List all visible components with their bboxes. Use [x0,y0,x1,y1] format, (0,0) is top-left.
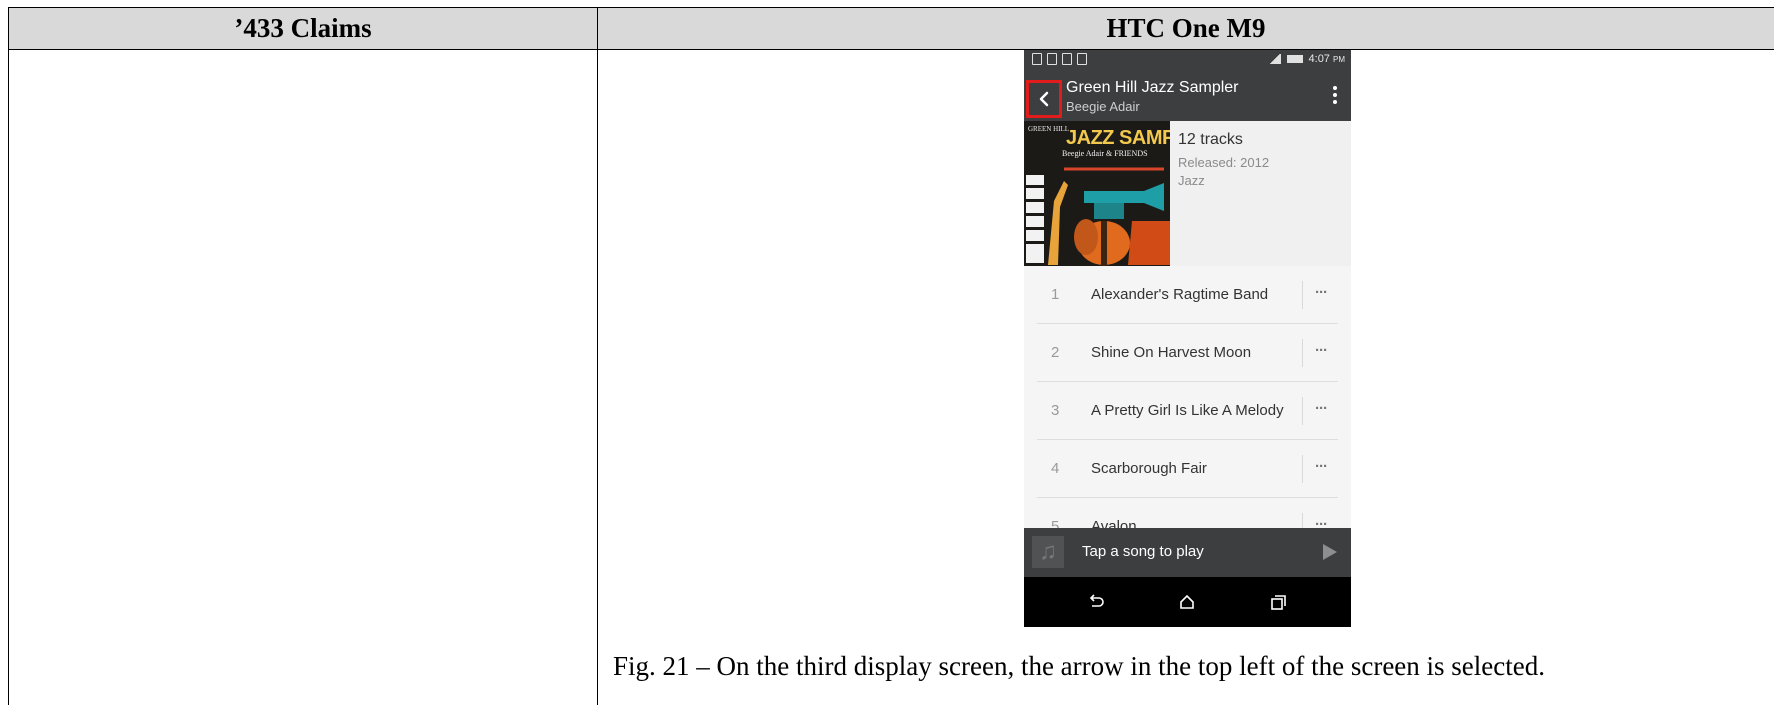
cover-artwork [1024,161,1170,266]
track-title: Avalon [1091,518,1137,528]
more-options-icon[interactable]: ··· [1315,400,1328,417]
home-nav-icon[interactable] [1177,592,1197,612]
genre: Jazz [1178,173,1205,188]
album-artist: Beegie Adair [1066,99,1140,114]
back-arrow-icon [1039,91,1049,107]
status-bar: 4:07 PM [1024,50,1351,71]
claims-cell [9,50,598,705]
track-row[interactable]: 5 Avalon ··· [1037,498,1338,528]
cover-logo: GREEN HILL [1028,125,1070,133]
track-title: Alexander's Ragtime Band [1091,286,1269,303]
comparison-table: ’433 Claims HTC One M9 [8,7,1774,705]
track-number: 3 [1051,402,1060,419]
more-options-icon[interactable]: ··· [1315,516,1328,528]
notification-icons [1032,53,1087,65]
album-cover: GREEN HILL JAZZ SAMPLER Beegie Adair & F… [1024,121,1170,266]
track-row[interactable]: 2 Shine On Harvest Moon ··· [1037,324,1338,382]
signal-icon [1268,54,1281,64]
system-nav-bar [1024,577,1351,627]
cover-brand: JAZZ SAMPLER [1066,127,1170,149]
notification-icon [1032,53,1042,65]
notification-icon [1077,53,1087,65]
device-column-header: HTC One M9 [598,8,1774,50]
now-playing-bar[interactable]: ♫ Tap a song to play [1024,528,1351,577]
track-list: 1 Alexander's Ragtime Band ··· 2 Shine O… [1024,266,1351,528]
status-time: 4:07 [1308,53,1330,65]
play-icon[interactable] [1323,544,1337,560]
track-title: A Pretty Girl Is Like A Melody [1091,402,1284,419]
recents-nav-icon[interactable] [1268,592,1288,612]
track-number: 4 [1051,460,1060,477]
release-year: Released: 2012 [1178,155,1270,170]
more-options-icon[interactable]: ··· [1315,284,1328,301]
more-options-icon[interactable]: ··· [1315,342,1328,359]
track-number: 2 [1051,344,1060,361]
track-count: 12 tracks [1178,131,1243,148]
figure-caption: Fig. 21 – On the third display screen, t… [613,651,1545,681]
music-note-icon: ♫ [1032,536,1064,568]
track-row[interactable]: 1 Alexander's Ragtime Band ··· [1037,266,1338,324]
status-ampm: PM [1333,55,1345,64]
now-playing-hint: Tap a song to play [1082,543,1204,560]
track-title: Shine On Harvest Moon [1091,344,1252,361]
cover-subtitle: Beegie Adair & FRIENDS [1062,149,1148,158]
album-info: GREEN HILL JAZZ SAMPLER Beegie Adair & F… [1024,121,1351,266]
notification-icon [1062,53,1072,65]
album-app-bar: Green Hill Jazz Sampler Beegie Adair [1024,71,1351,121]
track-row[interactable]: 4 Scarborough Fair ··· [1037,440,1338,498]
phone-screenshot: 4:07 PM Green Hill Jazz Sampler Beegie A… [1024,50,1351,627]
track-title: Scarborough Fair [1091,460,1207,477]
back-nav-icon[interactable] [1086,592,1106,612]
track-number: 1 [1051,286,1060,303]
track-number: 5 [1051,518,1060,528]
overflow-menu-icon[interactable] [1333,86,1337,104]
claims-column-header: ’433 Claims [9,8,598,50]
back-arrow-button[interactable] [1026,80,1062,118]
album-title: Green Hill Jazz Sampler [1066,79,1239,96]
notification-icon [1047,53,1057,65]
battery-icon [1286,55,1303,63]
track-row[interactable]: 3 A Pretty Girl Is Like A Melody ··· [1037,382,1338,440]
more-options-icon[interactable]: ··· [1315,458,1328,475]
